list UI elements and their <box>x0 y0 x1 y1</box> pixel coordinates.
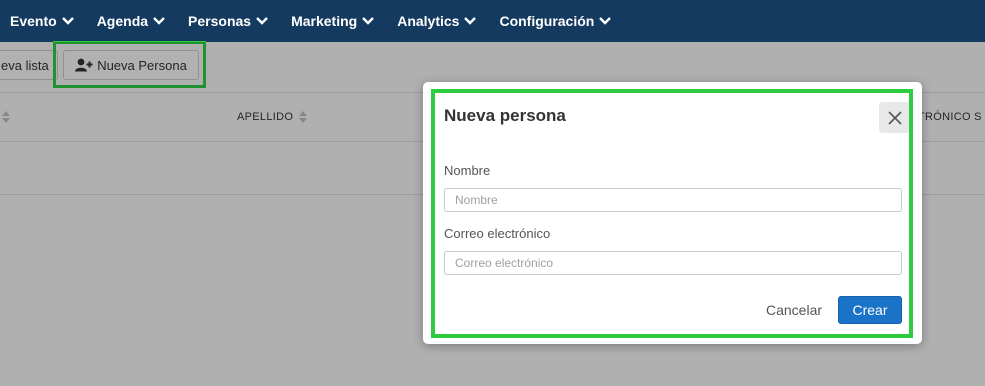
nav-item-agenda[interactable]: Agenda <box>97 13 165 29</box>
nav-item-personas[interactable]: Personas <box>188 13 268 29</box>
chevron-down-icon <box>464 17 477 25</box>
nav-item-label: Evento <box>10 13 57 29</box>
chevron-down-icon <box>153 17 165 25</box>
nav-item-configuracion[interactable]: Configuración <box>499 13 612 29</box>
chevron-down-icon <box>362 17 375 25</box>
dialog-title: Nueva persona <box>444 106 566 125</box>
name-label: Nombre <box>444 163 491 178</box>
nav-item-label: Configuración <box>499 13 595 29</box>
nav-item-label: Agenda <box>96 13 149 29</box>
name-input[interactable] <box>444 188 902 212</box>
chevron-down-icon <box>61 17 74 25</box>
nav-item-label: Personas <box>188 13 252 29</box>
nav-item-analytics[interactable]: Analytics <box>397 13 477 29</box>
nav-item-evento[interactable]: Evento <box>10 13 74 29</box>
close-icon <box>887 110 902 125</box>
email-input[interactable] <box>444 251 902 275</box>
cancel-button[interactable]: Cancelar <box>758 296 830 324</box>
new-person-dialog: Nueva persona Nombre Correo electrónico … <box>423 82 922 344</box>
top-navigation: Evento Agenda Personas Marketing Analyti… <box>0 0 985 42</box>
close-button[interactable] <box>879 102 910 133</box>
chevron-down-icon <box>256 17 268 25</box>
email-label: Correo electrónico <box>444 226 551 241</box>
chevron-down-icon <box>599 17 612 25</box>
nav-item-label: Analytics <box>397 13 460 29</box>
create-button[interactable]: Crear <box>838 296 902 324</box>
nav-item-label: Marketing <box>291 13 358 29</box>
nav-item-marketing[interactable]: Marketing <box>291 13 375 29</box>
